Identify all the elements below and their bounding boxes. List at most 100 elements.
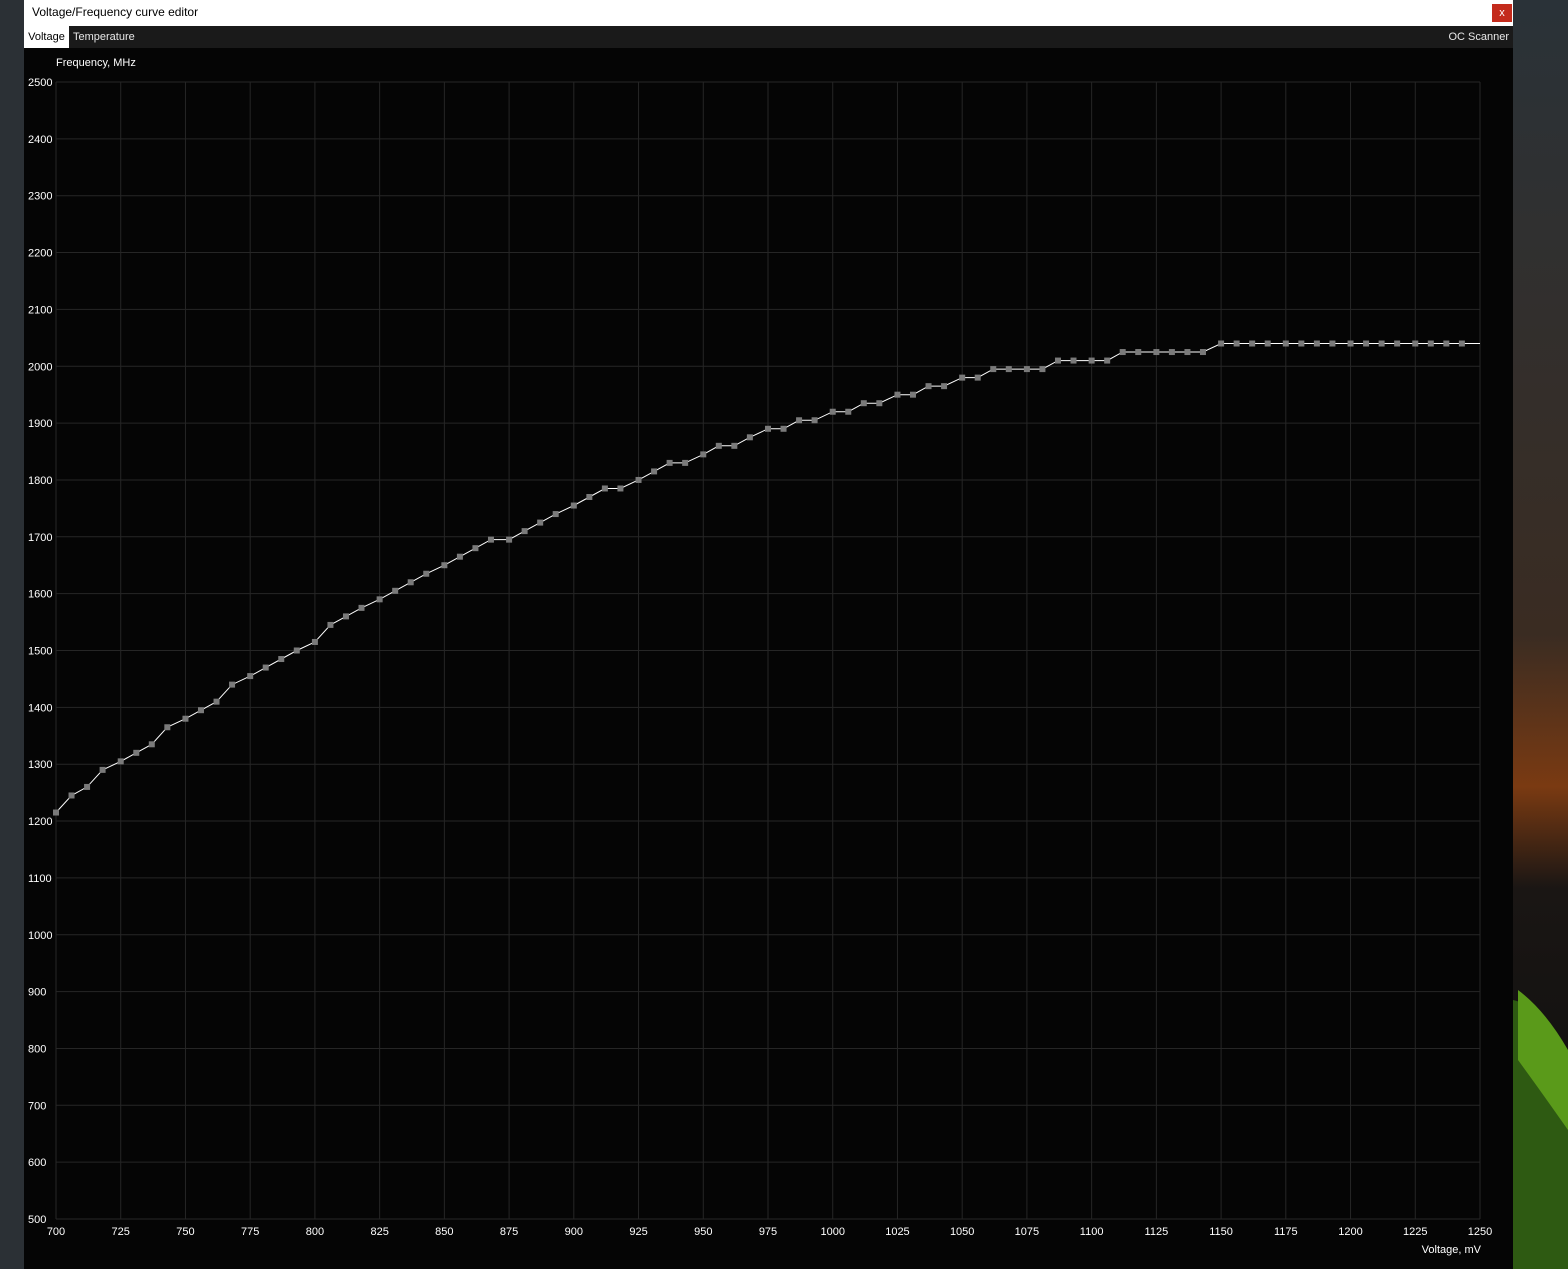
curve-point[interactable] (68, 792, 75, 799)
curve-point[interactable] (1023, 366, 1030, 373)
curve-point[interactable] (1233, 340, 1240, 347)
curve-point[interactable] (715, 442, 722, 449)
curve-point[interactable] (229, 681, 236, 688)
curve-point[interactable] (1443, 340, 1450, 347)
tab-temperature[interactable]: Temperature (73, 26, 135, 48)
curve-point[interactable] (213, 698, 220, 705)
tab-voltage[interactable]: Voltage (24, 26, 69, 48)
x-tick-label: 850 (435, 1226, 453, 1238)
curve-point[interactable] (1394, 340, 1401, 347)
curve-point[interactable] (1378, 340, 1385, 347)
curve-point[interactable] (1199, 349, 1206, 356)
curve-point[interactable] (99, 766, 106, 773)
curve-point[interactable] (1070, 357, 1077, 364)
curve-point[interactable] (811, 417, 818, 424)
curve-point[interactable] (1119, 349, 1126, 356)
curve-point[interactable] (909, 391, 916, 398)
curve-point[interactable] (796, 417, 803, 424)
curve-point[interactable] (441, 562, 448, 569)
curve-point[interactable] (148, 741, 155, 748)
curve-point[interactable] (1412, 340, 1419, 347)
curve-point[interactable] (570, 502, 577, 509)
y-tick-label: 2300 (28, 191, 52, 203)
curve-point[interactable] (456, 553, 463, 560)
curve-point[interactable] (1088, 357, 1095, 364)
curve-point[interactable] (1427, 340, 1434, 347)
close-button[interactable]: x (1492, 4, 1512, 22)
curve-point[interactable] (487, 536, 494, 543)
curve-point[interactable] (941, 383, 948, 390)
curve-point[interactable] (617, 485, 624, 492)
curve-point[interactable] (682, 459, 689, 466)
curve-points[interactable] (53, 340, 1465, 816)
curve-point[interactable] (731, 442, 738, 449)
curve-point[interactable] (1054, 357, 1061, 364)
curve-point[interactable] (635, 476, 642, 483)
grid (55, 81, 1481, 1220)
curve-point[interactable] (1104, 357, 1111, 364)
oc-scanner-button[interactable]: OC Scanner (1448, 26, 1509, 48)
curve-point[interactable] (974, 374, 981, 381)
curve-point[interactable] (1329, 340, 1336, 347)
curve-point[interactable] (845, 408, 852, 415)
vf-curve-chart[interactable]: 500 600 700 800 900 1000 1100 1200 1300 1400 1500 1… (24, 48, 1513, 1269)
curve-point[interactable] (746, 434, 753, 441)
curve-point[interactable] (1005, 366, 1012, 373)
curve-point[interactable] (376, 596, 383, 603)
title-bar[interactable]: Voltage/Frequency curve editor x (24, 0, 1513, 26)
curve-point[interactable] (765, 425, 771, 432)
curve-point[interactable] (182, 715, 189, 722)
curve-point[interactable] (84, 783, 91, 790)
curve-point[interactable] (586, 494, 593, 501)
curve-point[interactable] (117, 758, 124, 765)
curve-point[interactable] (700, 451, 707, 458)
curve-point[interactable] (1039, 366, 1046, 373)
curve-point[interactable] (197, 707, 204, 714)
curve-point[interactable] (53, 809, 59, 816)
curve-point[interactable] (959, 374, 966, 381)
curve-point[interactable] (1168, 349, 1175, 356)
curve-point[interactable] (1184, 349, 1191, 356)
curve-point[interactable] (1218, 340, 1225, 347)
curve-point[interactable] (1282, 340, 1289, 347)
curve-point[interactable] (164, 724, 171, 731)
curve-point[interactable] (780, 425, 787, 432)
curve-point[interactable] (1135, 349, 1142, 356)
curve-point[interactable] (990, 366, 997, 373)
curve-point[interactable] (472, 545, 479, 552)
curve-point[interactable] (666, 459, 673, 466)
y-tick-label: 1900 (28, 418, 52, 430)
curve-point[interactable] (651, 468, 658, 475)
curve-point[interactable] (1313, 340, 1320, 347)
curve-point[interactable] (262, 664, 269, 671)
curve-point[interactable] (278, 656, 285, 663)
curve-point[interactable] (876, 400, 883, 407)
curve-point[interactable] (1458, 340, 1465, 347)
curve-point[interactable] (392, 587, 399, 594)
curve-point[interactable] (423, 570, 430, 577)
curve-point[interactable] (342, 613, 349, 620)
curve-point[interactable] (894, 391, 901, 398)
curve-point[interactable] (537, 519, 544, 526)
curve-point[interactable] (506, 536, 513, 543)
curve-point[interactable] (327, 621, 334, 628)
curve-point[interactable] (1347, 340, 1354, 347)
curve-point[interactable] (1153, 349, 1160, 356)
curve-point[interactable] (601, 485, 608, 492)
curve-point[interactable] (1298, 340, 1305, 347)
curve-point[interactable] (1363, 340, 1370, 347)
curve-point[interactable] (829, 408, 836, 415)
curve-point[interactable] (860, 400, 867, 407)
curve-point[interactable] (521, 528, 528, 535)
curve-point[interactable] (925, 383, 932, 390)
curve-point[interactable] (1249, 340, 1256, 347)
curve-point[interactable] (311, 638, 318, 645)
curve-point[interactable] (1264, 340, 1271, 347)
curve-point[interactable] (552, 511, 559, 518)
curve-point[interactable] (133, 749, 140, 756)
curve-point[interactable] (407, 579, 414, 586)
curve-point[interactable] (293, 647, 300, 654)
curve-point[interactable] (247, 673, 254, 680)
curve-point[interactable] (358, 604, 365, 611)
vf-curve-svg[interactable]: 500 600 700 800 900 1000 1100 1200 1300 1400 1500 1… (24, 48, 1513, 1269)
